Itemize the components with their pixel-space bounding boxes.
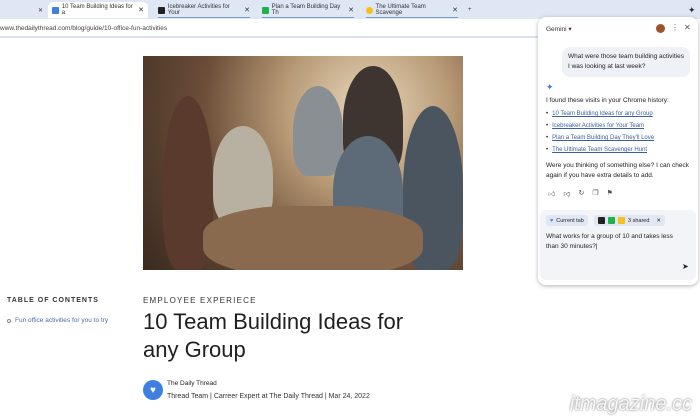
author-avatar: ♥ <box>143 380 163 400</box>
current-tab-chip[interactable]: ♥ Current tab <box>546 215 588 226</box>
thumbs-up-icon[interactable]: 👍︎ <box>548 189 555 198</box>
article-category: EMPLOYEE EXPERIECE <box>143 296 257 305</box>
toc-item-label: Fun office activities for you to try <box>15 317 109 324</box>
toc-item[interactable]: Fun office activities for you to try <box>7 317 108 324</box>
tab-label: Plan a Team Building Day Th <box>271 4 341 16</box>
author-name[interactable]: The Daily Thread <box>167 380 217 387</box>
gemini-sparkle-icon[interactable]: ✦ <box>684 2 700 18</box>
favicon-icon <box>262 6 269 14</box>
history-link[interactable]: 10 Team Building Ideas for any Group <box>552 111 653 123</box>
favicon-icon <box>608 217 615 224</box>
close-icon[interactable]: ✕ <box>452 6 458 14</box>
avatar[interactable] <box>656 24 665 33</box>
tab-2[interactable]: Icebreaker Activities for Your ✕ <box>154 2 254 18</box>
new-tab-button[interactable]: + <box>464 2 476 18</box>
gemini-sparkle-icon: ✦ <box>546 82 554 92</box>
history-link[interactable]: Plan a Team Building Day They'll Love <box>552 135 654 147</box>
watermark: itmagazine.cc <box>569 393 692 415</box>
favicon-icon <box>618 217 625 224</box>
toc-heading: TABLE OF CONTENTS <box>7 297 99 304</box>
history-link[interactable]: Icebreaker Activities for Your Team <box>552 123 644 135</box>
history-links: • 10 Team Building Ideas for any Group • I… <box>546 111 654 159</box>
favicon-icon <box>158 6 165 14</box>
tab-3[interactable]: Plan a Team Building Day Th ✕ <box>258 2 358 18</box>
chip-label: Current tab <box>556 217 584 224</box>
copy-icon[interactable]: ❐ <box>592 189 598 198</box>
history-link[interactable]: The Ultimate Team Scavenger Hunt <box>552 147 647 159</box>
response-intro: I found these visits in your Chrome hist… <box>546 97 669 104</box>
close-icon[interactable]: ✕ <box>656 218 661 224</box>
gemini-model-dropdown[interactable]: Gemini ▾ <box>546 25 572 33</box>
send-button[interactable]: ➤ <box>682 262 689 271</box>
more-icon[interactable]: ⋮ <box>671 23 679 32</box>
response-followup: Were you thinking of something else? I c… <box>546 162 689 179</box>
shared-tabs-chip[interactable]: 3 shared ✕ <box>594 215 666 226</box>
tab-label: 10 Team Building Ideas for a <box>61 4 133 16</box>
address-bar[interactable]: www.thedailythread.com/blog/guide/10-off… <box>0 19 538 38</box>
tab-label: The Ultimate Team Scavenge <box>375 4 426 16</box>
gemini-panel: Gemini ▾ ⋮ ✕ What were those team buildi… <box>538 17 698 285</box>
close-icon[interactable]: ✕ <box>684 23 691 32</box>
regenerate-icon[interactable]: ↻ <box>578 189 584 198</box>
heart-favicon-icon <box>52 6 59 14</box>
close-tab-button[interactable]: ✕ <box>34 2 47 18</box>
close-icon[interactable]: ✕ <box>348 6 354 14</box>
hero-image <box>143 56 463 270</box>
heart-icon: ♥ <box>550 217 554 224</box>
flag-icon[interactable]: ⚑ <box>607 189 613 198</box>
user-message: What were those team building activities… <box>562 47 690 77</box>
chip-label: 3 shared <box>628 217 650 224</box>
tab-label: Icebreaker Activities for Your <box>167 4 230 16</box>
favicon-icon <box>366 6 373 14</box>
thumbs-down-icon[interactable]: 👎︎ <box>563 189 570 198</box>
favicon-icon <box>598 217 605 224</box>
close-icon[interactable]: ✕ <box>244 6 250 14</box>
close-icon[interactable]: ✕ <box>138 6 144 14</box>
tab-1[interactable]: 10 Team Building Ideas for a ✕ <box>48 2 148 18</box>
prompt-text[interactable]: What works for a group of 10 and takes l… <box>546 232 676 252</box>
tab-4[interactable]: The Ultimate Team Scavenge ✕ <box>362 2 462 18</box>
bullet-icon <box>7 318 11 323</box>
author-meta: Thread Team | Carreer Expert at The Dail… <box>167 393 370 400</box>
prompt-input[interactable]: ♥ Current tab 3 shared ✕ What works for a … <box>540 210 696 280</box>
article-title: 10 Team Building Ideas for any Group <box>143 309 404 362</box>
